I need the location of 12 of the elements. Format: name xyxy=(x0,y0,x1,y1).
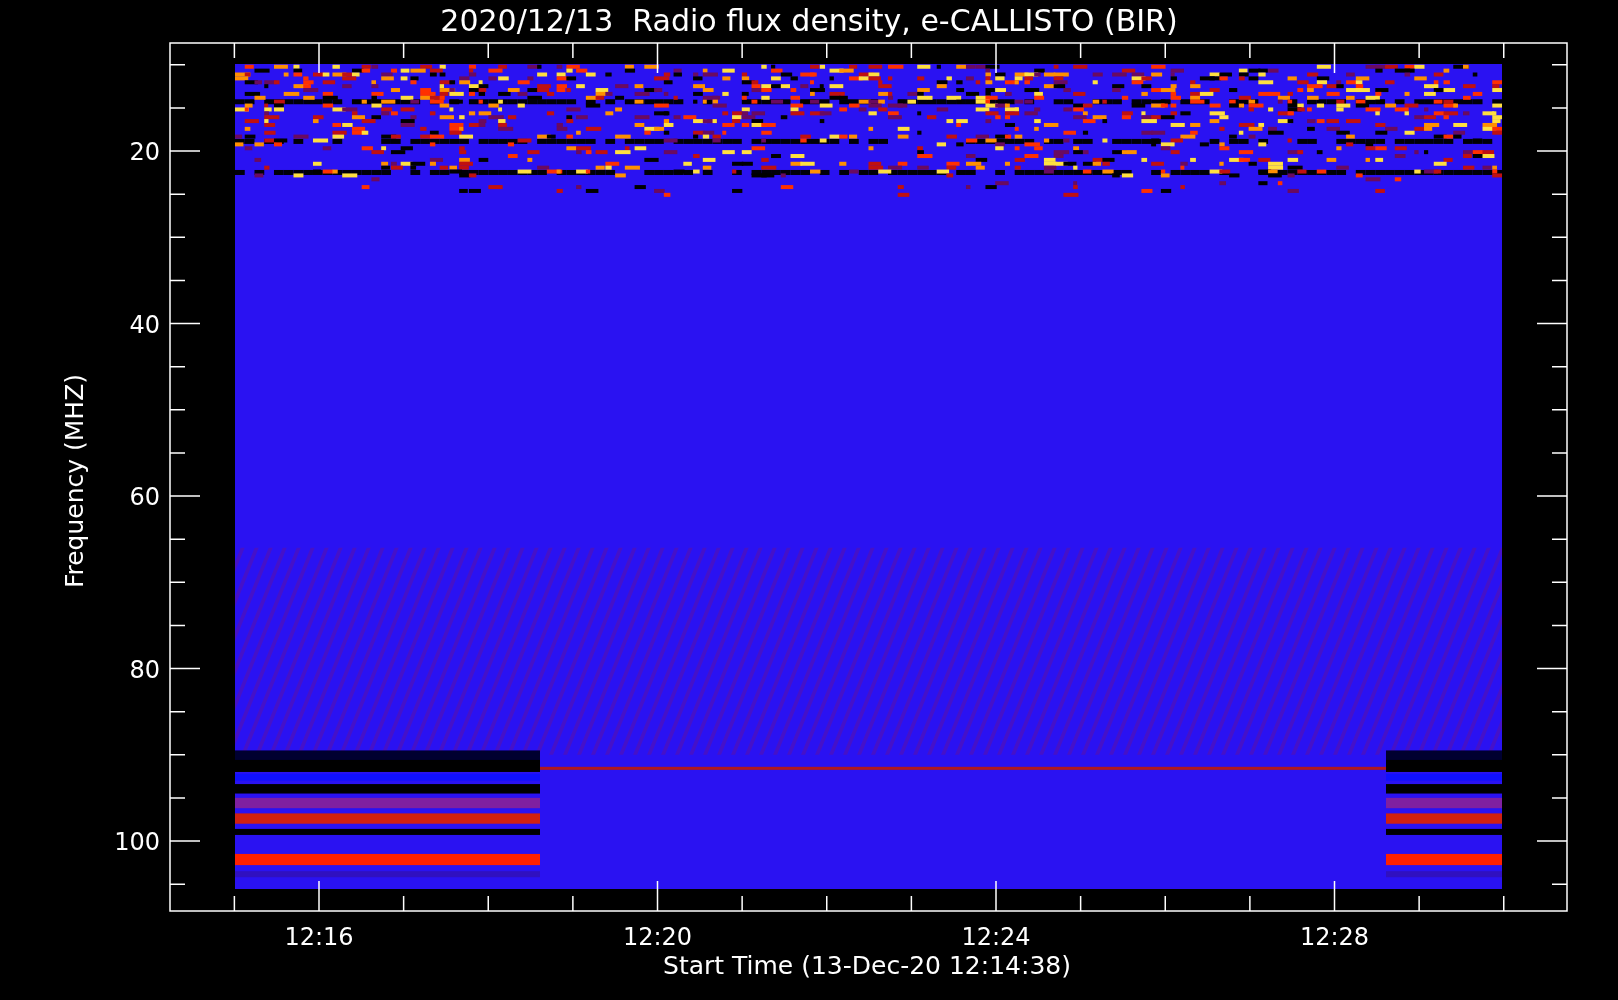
axis-title: Frequency (MHZ) xyxy=(60,373,89,589)
chart-title: 2020/12/13 Radio flux density, e-CALLISTO (BIR) xyxy=(440,3,1178,38)
tick-label: 100 xyxy=(114,828,160,856)
tick-label: 12:28 xyxy=(1299,923,1370,951)
tick-label: 80 xyxy=(129,655,160,684)
tick-label: 60 xyxy=(129,483,160,511)
tick-label: 40 xyxy=(129,310,160,339)
tick-label: 12:24 xyxy=(961,923,1031,951)
tick-label: 12:20 xyxy=(622,923,693,951)
tick-label: 20 xyxy=(129,138,160,166)
tick-label: 12:16 xyxy=(284,923,354,951)
axis-title: Start Time (13-Dec-20 12:14:38) xyxy=(663,951,1071,980)
